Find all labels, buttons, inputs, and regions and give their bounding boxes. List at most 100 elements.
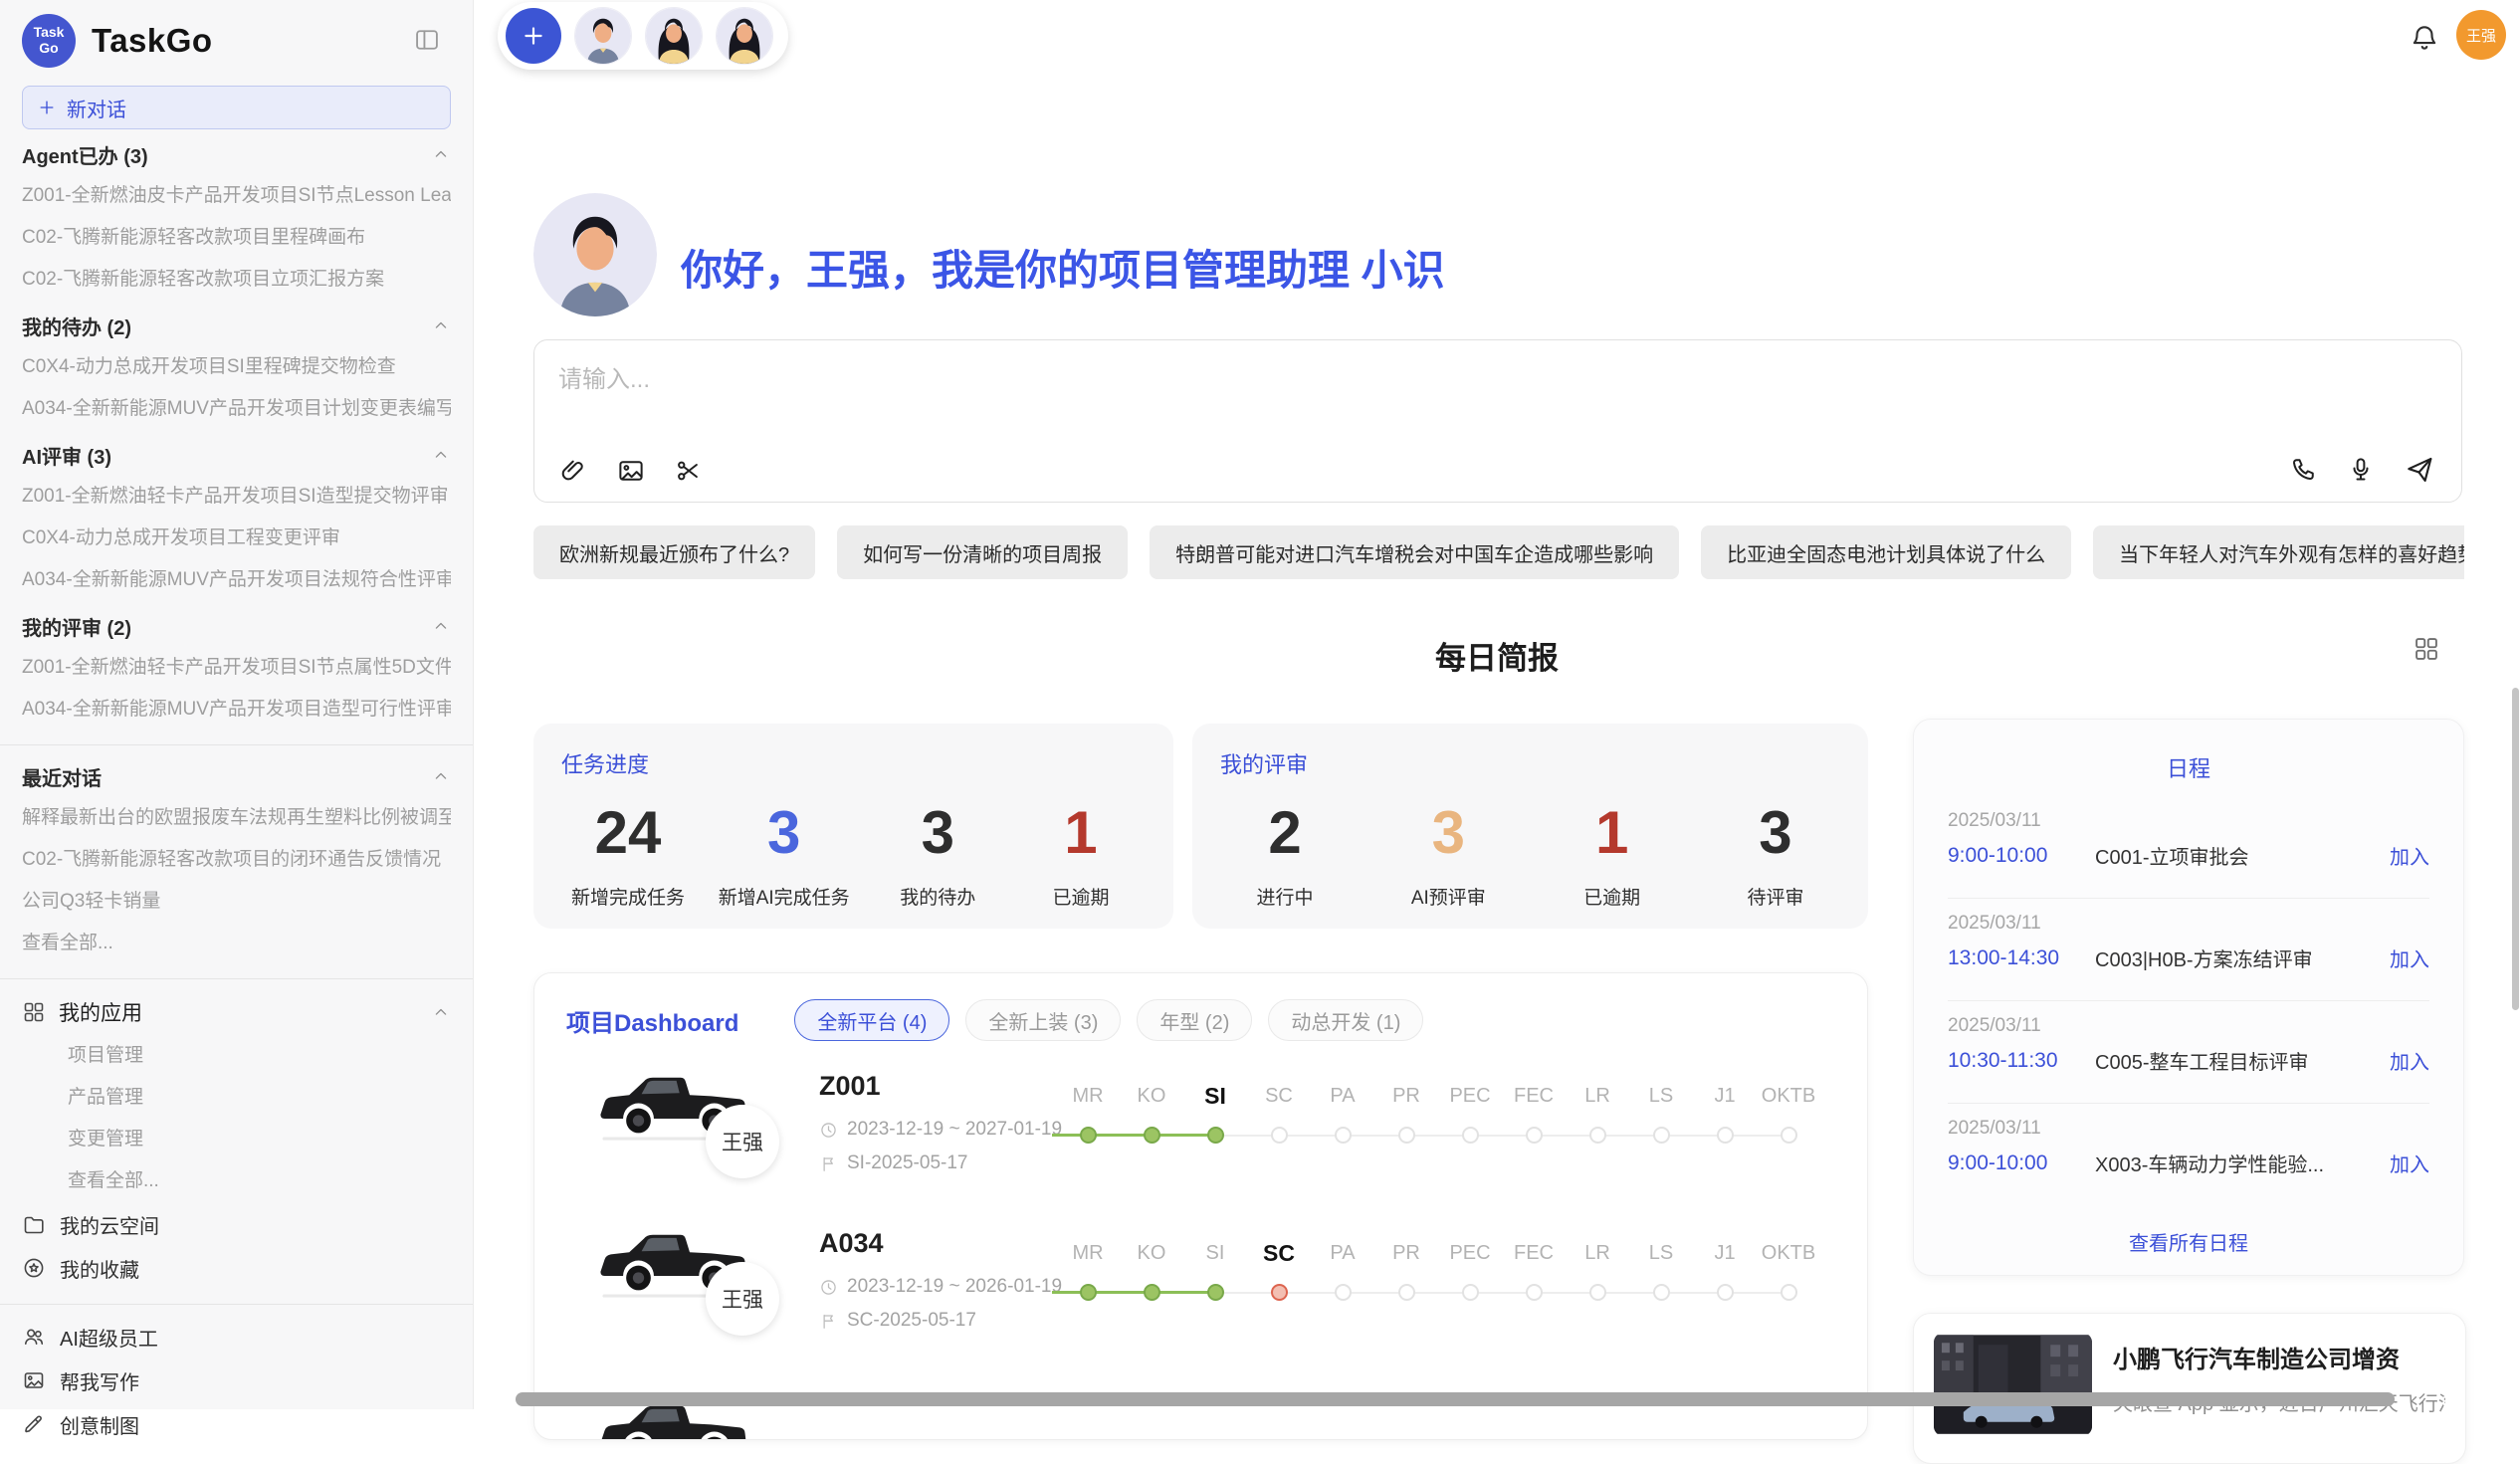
notification-bell-button[interactable] — [2409, 22, 2440, 54]
join-button[interactable]: 加入 — [2390, 1046, 2429, 1075]
call-button[interactable] — [2288, 455, 2318, 485]
stat-value: 1 — [1064, 803, 1097, 863]
sidebar-chat-item[interactable]: C0X4-动力总成开发项目工程变更评审 — [22, 518, 451, 559]
chevron-up-icon — [431, 445, 451, 465]
input-toolbar-right — [2288, 454, 2435, 486]
section-title: 我的待办 (2) — [22, 312, 131, 340]
user-initials: 王强 — [2466, 25, 2496, 46]
section-header-recent[interactable]: 最近对话 — [22, 755, 451, 797]
sidebar-item-cloud-space[interactable]: 我的云空间 — [22, 1202, 451, 1246]
schedule-time: 9:00-10:00 — [1948, 844, 2095, 868]
project-id: A034 — [819, 1228, 884, 1259]
sidebar-item-write-helper[interactable]: 帮我写作 — [22, 1359, 451, 1402]
attach-button[interactable] — [558, 456, 588, 486]
milestone-dot — [1462, 1127, 1479, 1144]
agent-avatar[interactable] — [574, 7, 632, 65]
app-item-product-mgmt[interactable]: 产品管理 — [22, 1077, 451, 1119]
schedule-date: 2025/03/11 — [1948, 1103, 2429, 1140]
suggestion-chip[interactable]: 特朗普可能对进口汽车增税会对中国车企造成哪些影响 — [1150, 525, 1679, 579]
sidebar-chat-item[interactable]: Z001-全新燃油轻卡产品开发项目SI节点属性5D文件评审 — [22, 647, 451, 689]
clock-icon — [819, 1278, 838, 1297]
milestone-dot — [1717, 1127, 1734, 1144]
recent-chat-item[interactable]: C02-飞腾新能源轻客改款项目的闭环通告反馈情况 — [22, 839, 451, 881]
news-card[interactable]: 小鹏飞行汽车制造公司增资 天眼查 App 显示，近日广州汇天飞行汽... — [1913, 1313, 2466, 1464]
sidebar-chat-item[interactable]: C02-飞腾新能源轻客改款项目里程碑画布 — [22, 217, 451, 259]
recent-chat-item[interactable]: 公司Q3轻卡销量 — [22, 881, 451, 923]
tab-powertrain[interactable]: 动总开发 (1) — [1268, 999, 1423, 1041]
milestone-dot — [1080, 1284, 1097, 1301]
tab-model-year[interactable]: 年型 (2) — [1137, 999, 1252, 1041]
vertical-scrollbar[interactable] — [2512, 688, 2519, 1010]
chevron-up-icon — [431, 616, 451, 636]
join-button[interactable]: 加入 — [2390, 1149, 2429, 1177]
agent-avatar[interactable] — [645, 7, 703, 65]
user-avatar[interactable]: 王强 — [2456, 10, 2506, 60]
layout-toggle-button[interactable] — [2413, 635, 2440, 663]
my-apps-header[interactable]: 我的应用 — [22, 989, 451, 1035]
project-row[interactable]: 王强 Z001 2023-12-19 ~ 2027-01-19 SI-2025-… — [564, 1043, 1867, 1200]
sidebar-header: Task Go TaskGo — [22, 12, 451, 70]
horizontal-scrollbar[interactable] — [516, 1392, 2395, 1406]
section-header-my-todo[interactable]: 我的待办 (2) — [22, 305, 451, 346]
tab-new-body[interactable]: 全新上装 (3) — [965, 999, 1121, 1041]
tab-new-platform[interactable]: 全新平台 (4) — [794, 999, 949, 1041]
app-item-change-mgmt[interactable]: 变更管理 — [22, 1119, 451, 1160]
task-progress-card: 任务进度 24 新增完成任务 3 新增AI完成任务 3 我的待办 1 已逾期 — [533, 724, 1173, 929]
insert-image-button[interactable] — [616, 456, 646, 486]
stat-in-progress: 2 进行中 — [1230, 803, 1340, 910]
send-icon — [2404, 454, 2435, 486]
sidebar-chat-item[interactable]: A034-全新新能源MUV产品开发项目造型可行性评审 — [22, 689, 451, 731]
join-button[interactable]: 加入 — [2390, 841, 2429, 870]
screenshot-button[interactable] — [674, 456, 704, 486]
add-session-button[interactable] — [506, 8, 561, 64]
app-title: TaskGo — [92, 22, 213, 60]
greeting-text: 你好，王强，我是你的项目管理助理 小识 — [681, 237, 1445, 298]
sidebar-chat-item[interactable]: A034-全新新能源MUV产品开发项目计划变更表编写 — [22, 388, 451, 430]
milestone-labels: MRKO SISC PAPR PECFEC LRLS J1OKTB — [1056, 1240, 1820, 1266]
layout-grid-icon — [2413, 635, 2440, 663]
suggestion-chip[interactable]: 如何写一份清晰的项目周报 — [837, 525, 1128, 579]
sidebar-chat-item[interactable]: A034-全新新能源MUV产品开发项目法规符合性评审 — [22, 559, 451, 601]
voice-button[interactable] — [2346, 455, 2376, 485]
section-header-ai-review[interactable]: AI评审 (3) — [22, 434, 451, 476]
schedule-date: 2025/03/11 — [1948, 795, 2429, 832]
chevron-up-icon — [431, 1002, 451, 1022]
sidebar-collapse-button[interactable] — [411, 24, 443, 56]
recent-chat-item[interactable]: 解释最新出台的欧盟报废车法规再生塑料比例被调至15%... — [22, 797, 451, 839]
view-all-link[interactable]: 查看全部... — [22, 1160, 451, 1202]
view-all-schedule-link[interactable]: 查看所有日程 — [1914, 1227, 2463, 1256]
sidebar-item-favorites[interactable]: 我的收藏 — [22, 1246, 451, 1290]
app-item-project-mgmt[interactable]: 项目管理 — [22, 1035, 451, 1077]
suggestion-chip[interactable]: 当下年轻人对汽车外观有怎样的喜好趋势 — [2093, 525, 2464, 579]
project-row[interactable]: 王强 A034 2023-12-19 ~ 2026-01-19 SC-2025-… — [564, 1200, 1867, 1358]
image-icon — [22, 1368, 46, 1392]
milestone-dot — [1462, 1284, 1479, 1301]
stat-label: 我的待办 — [900, 883, 975, 910]
sidebar-chat-item[interactable]: Z001-全新燃油轻卡产品开发项目SI造型提交物评审 — [22, 476, 451, 518]
join-button[interactable]: 加入 — [2390, 943, 2429, 972]
section-header-agent-done[interactable]: Agent已办 (3) — [22, 133, 451, 175]
suggestion-chips: 欧洲新规最近颁布了什么? 如何写一份清晰的项目周报 特朗普可能对进口汽车增税会对… — [533, 525, 2464, 579]
sidebar-item-ai-staff[interactable]: AI超级员工 — [22, 1315, 451, 1359]
app-logo: Task Go — [22, 14, 76, 68]
new-chat-button[interactable]: 新对话 — [22, 86, 451, 129]
send-button[interactable] — [2404, 454, 2435, 486]
milestone-dot — [1589, 1127, 1606, 1144]
owner-badge: 王强 — [706, 1262, 779, 1336]
schedule-card: 日程 2025/03/11 9:00-10:00 C001-立项审批会 加入 2… — [1913, 719, 2464, 1276]
dashboard-title: 项目Dashboard — [566, 1003, 738, 1038]
stat-label: 进行中 — [1256, 883, 1313, 910]
section-header-my-review[interactable]: 我的评审 (2) — [22, 605, 451, 647]
view-all-link[interactable]: 查看全部... — [22, 923, 451, 964]
clock-icon — [819, 1121, 838, 1140]
agent-avatar[interactable] — [716, 7, 773, 65]
plus-icon — [37, 98, 57, 117]
my-apps-label: 我的应用 — [59, 997, 142, 1027]
sidebar-chat-item[interactable]: Z001-全新燃油皮卡产品开发项目SI节点Lesson Learn报告 — [22, 175, 451, 217]
sidebar-chat-item[interactable]: C0X4-动力总成开发项目SI里程碑提交物检查 — [22, 346, 451, 388]
sidebar-chat-item[interactable]: C02-飞腾新能源轻客改款项目立项汇报方案 — [22, 259, 451, 301]
suggestion-chip[interactable]: 欧洲新规最近颁布了什么? — [533, 525, 815, 579]
stat-my-todo: 3 我的待办 — [883, 803, 992, 910]
chat-input[interactable] — [556, 358, 1954, 402]
suggestion-chip[interactable]: 比亚迪全固态电池计划具体说了什么 — [1701, 525, 2071, 579]
